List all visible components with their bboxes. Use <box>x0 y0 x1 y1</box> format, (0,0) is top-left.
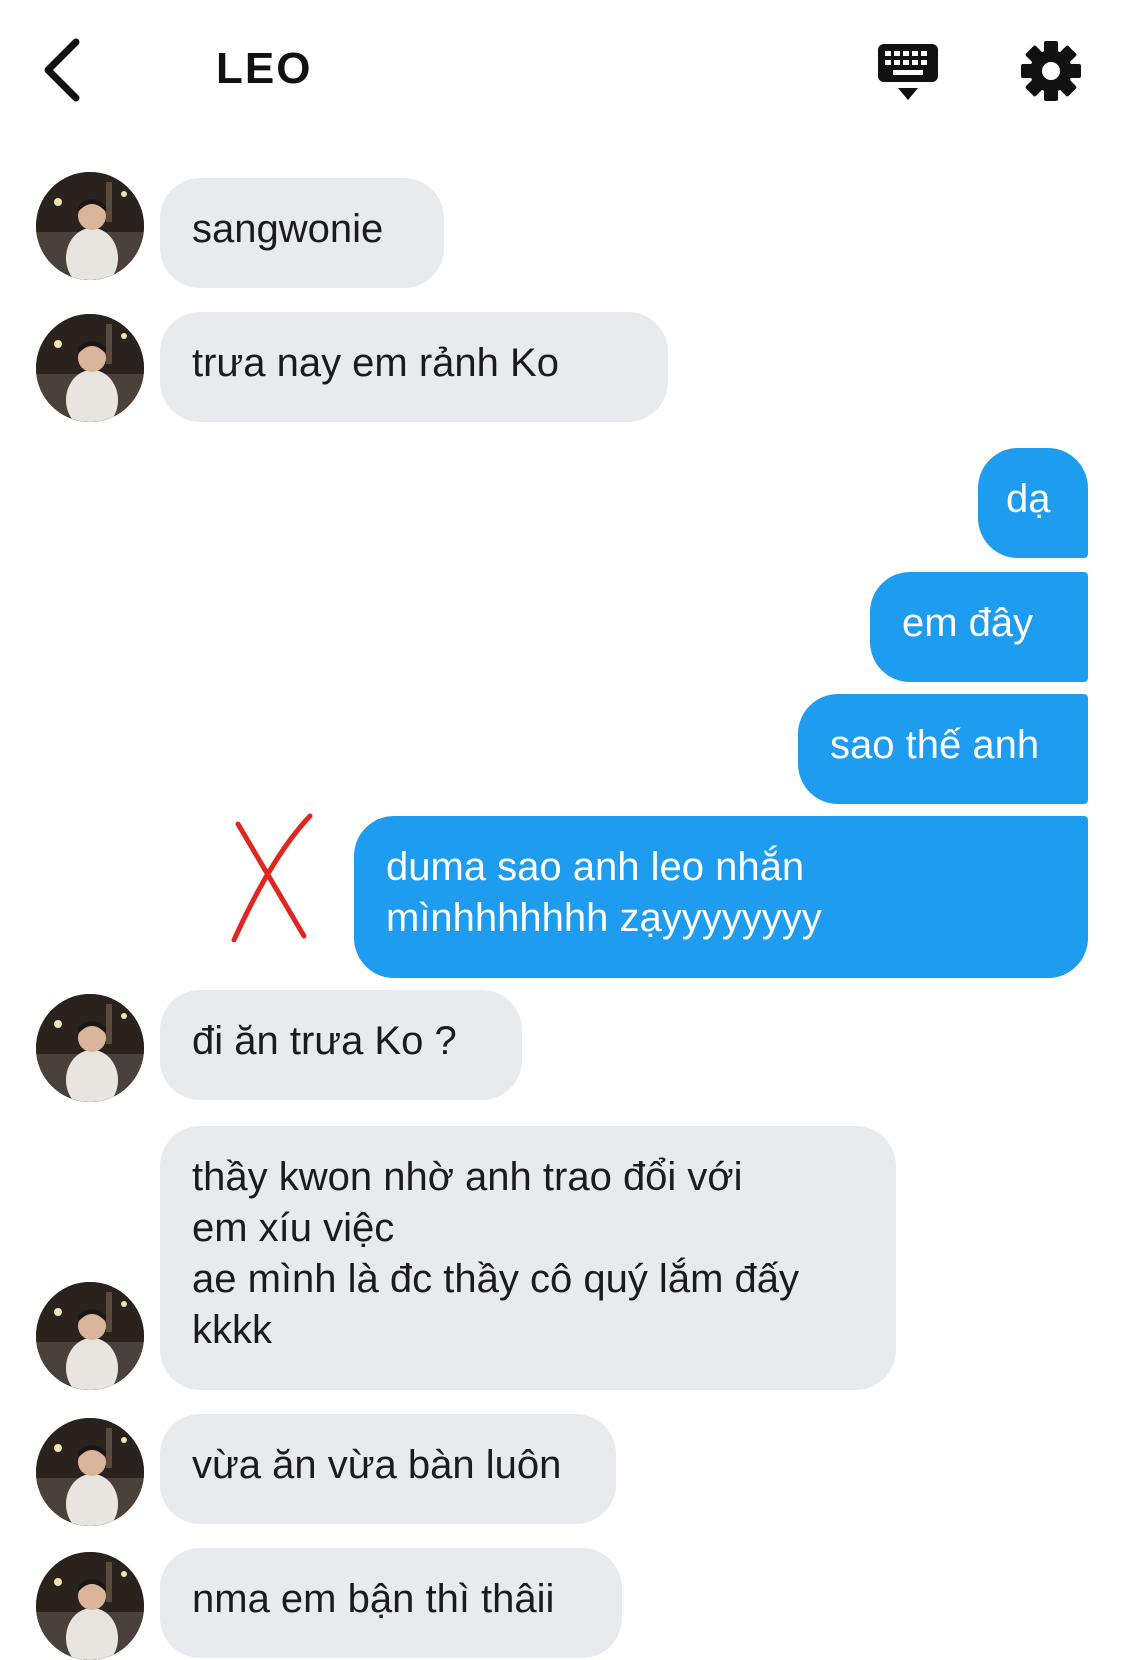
avatar[interactable] <box>36 172 144 280</box>
gear-icon <box>1021 41 1081 101</box>
avatar[interactable] <box>36 314 144 422</box>
avatar[interactable] <box>36 1418 144 1526</box>
profile-photo-icon <box>36 994 144 1102</box>
profile-photo-icon <box>36 172 144 280</box>
back-button[interactable] <box>40 36 90 106</box>
chat-title: LEO <box>216 44 313 93</box>
message-bubble-incoming: đi ăn trưa Ko ? <box>160 990 522 1100</box>
profile-photo-icon <box>36 1418 144 1526</box>
message-bubble-incoming: vừa ăn vừa bàn luôn <box>160 1414 616 1524</box>
profile-photo-icon <box>36 1282 144 1390</box>
profile-photo-icon <box>36 1552 144 1660</box>
message-bubble-outgoing: dạ <box>978 448 1088 558</box>
message-bubble-outgoing: em đây <box>870 572 1088 682</box>
chat-header: LEO <box>0 0 1125 140</box>
settings-button[interactable] <box>1020 40 1082 102</box>
message-bubble-outgoing: duma sao anh leo nhắn mìnhhhhhhh zạyyyyy… <box>354 816 1088 978</box>
message-bubble-incoming: nma em bận thì thâii <box>160 1548 622 1658</box>
keyboard-icon <box>878 44 938 100</box>
red-cross-mark-icon <box>231 813 313 942</box>
profile-photo-icon <box>36 314 144 422</box>
message-bubble-incoming: trưa nay em rảnh Ko <box>160 312 668 422</box>
message-bubble-incoming: thầy kwon nhờ anh trao đổi với em xíu vi… <box>160 1126 896 1390</box>
chevron-left-icon <box>44 38 80 102</box>
message-bubble-incoming: sangwonie <box>160 178 444 288</box>
keyboard-button[interactable] <box>876 42 940 104</box>
avatar[interactable] <box>36 994 144 1102</box>
message-bubble-outgoing: sao thế anh <box>798 694 1088 804</box>
avatar[interactable] <box>36 1282 144 1390</box>
avatar[interactable] <box>36 1552 144 1660</box>
